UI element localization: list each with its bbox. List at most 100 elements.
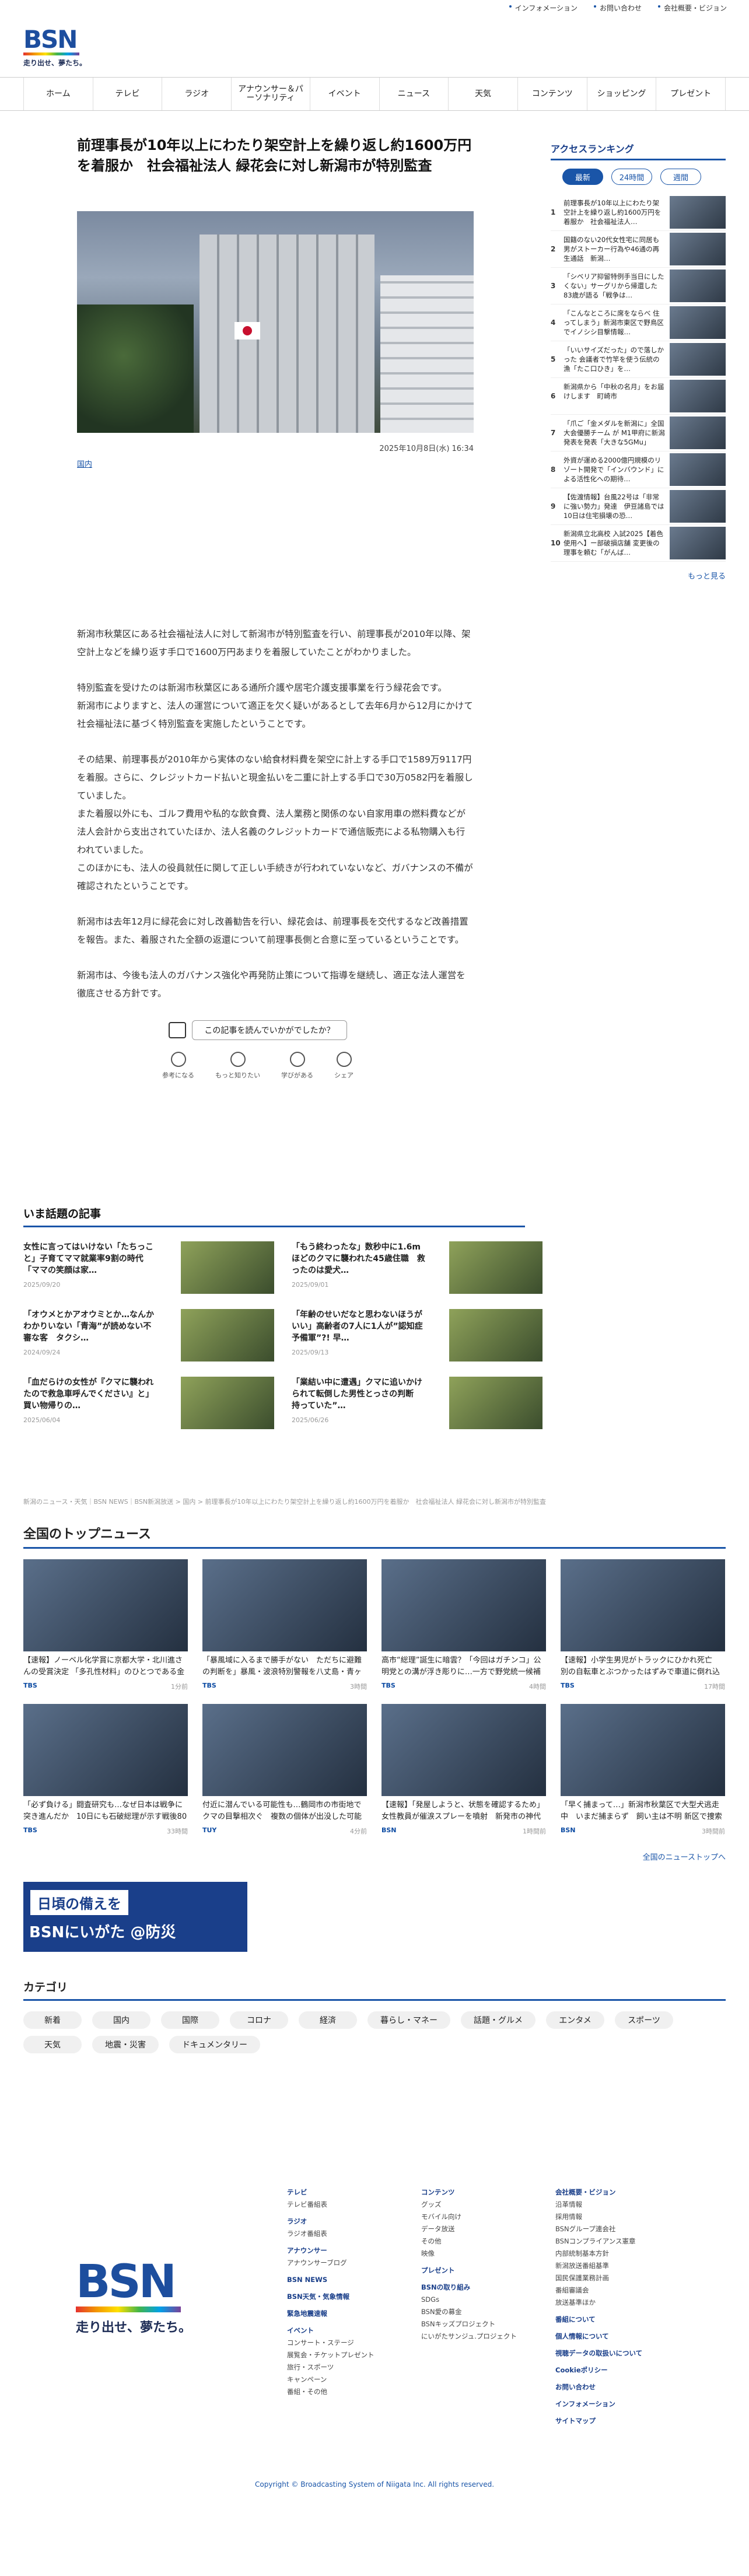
bsn-logo[interactable]: BSN 走り出せ、夢たち。 [23, 27, 88, 74]
footer-link[interactable]: テレビ番組表 [287, 2199, 415, 2211]
footer-heading-link[interactable]: BSN NEWS [287, 2274, 415, 2286]
tab-weekly[interactable]: 週間 [660, 169, 701, 185]
footer-link[interactable]: BSN愛の募金 [421, 2306, 550, 2318]
trending-item[interactable]: 女性に言ってはいけない「たちっこと」子育てママ就業率9割の時代「ママの笑顔は家…… [23, 1241, 274, 1294]
news-card[interactable]: 付近に潜んでいる可能性も…鶴岡市の市街地でクマの目撃相次ぐ 複数の個体が出没した… [202, 1704, 367, 1836]
news-card[interactable]: 高市“総理”誕生に暗雲？「今回はガチンコ」公明党との溝が浮き彫りに…一方で野党統… [382, 1559, 546, 1691]
footer-heading-link[interactable]: ラジオ [287, 2216, 415, 2228]
nav-news[interactable]: ニュース [380, 78, 449, 110]
feedback-more-button[interactable]: もっと知りたい [215, 1052, 260, 1080]
ranking-item[interactable]: 3 「シベリア抑留特例手当日にしたくない」サーグリから帰還した83歳が語る「戦争は… [551, 268, 726, 304]
bousai-banner[interactable]: 日頃の備えを BSNにいがた @防災 [23, 1882, 247, 1952]
contact-link[interactable]: お問い合わせ [593, 3, 642, 13]
footer-link[interactable]: 旅行・スポーツ [287, 2361, 415, 2374]
footer-link[interactable]: 番組・その他 [287, 2386, 415, 2398]
footer-heading-link[interactable]: サイトマップ [555, 2415, 684, 2427]
footer-link[interactable]: BSNコンプライアンス憲章 [555, 2235, 684, 2248]
trending-item[interactable]: 「血だらけの女性が『クマに襲われたので救急車呼んでください』と」買い物帰りの… 2… [23, 1377, 274, 1429]
footer-heading-link[interactable]: プレゼント [421, 2264, 550, 2277]
ranking-item[interactable]: 1 前理事長が10年以上にわたり架空計上を繰り返し約1600万円を着服か 社会福祉… [551, 194, 726, 231]
share-button[interactable]: シェア [334, 1052, 354, 1080]
category-chip[interactable]: 国内 [92, 2011, 150, 2029]
category-chip[interactable]: 地震・災害 [92, 2036, 159, 2053]
footer-link[interactable]: 番組審議会 [555, 2284, 684, 2297]
footer-link[interactable]: 新潟放送番組基準 [555, 2260, 684, 2272]
footer-link[interactable]: その他 [421, 2235, 550, 2248]
ranking-item[interactable]: 5 「いいサイズだった」ので落しかった 会議者で竹竿を使う伝統の漁「たこ口ひき」を… [551, 341, 726, 378]
footer-link[interactable]: 沿革情報 [555, 2199, 684, 2211]
footer-link[interactable]: コンサート・ステージ [287, 2337, 415, 2349]
news-card[interactable]: 【速報】小学生男児がトラックにひかれ死亡 別の自転車とぶつかったはずみで車道に倒… [561, 1559, 725, 1691]
info-link[interactable]: インフォメーション [509, 3, 578, 13]
footer-heading-link[interactable]: BSN天気・気象情報 [287, 2291, 415, 2303]
footer-link[interactable]: キャンペーン [287, 2374, 415, 2386]
footer-link[interactable]: にいがたサンジュ.プロジェクト [421, 2330, 550, 2343]
footer-heading-link[interactable]: 個人情報について [555, 2330, 684, 2343]
category-chip[interactable]: 暮らし・マネー [368, 2011, 450, 2029]
ranking-item[interactable]: 8 外資が運める2000億円規模のリゾート開発で「インバウンド」による活性化への期… [551, 452, 726, 488]
footer-heading-link[interactable]: 緊急地震速報 [287, 2308, 415, 2320]
national-news-more-link[interactable]: 全国のニューストップへ [23, 1851, 726, 1862]
footer-heading-link[interactable]: 視聴データの取扱いについて [555, 2347, 684, 2360]
news-card[interactable]: 【速報】ノーベル化学賞に京都大学・北川進さんの受賞決定 「多孔性材料」のひとつで… [23, 1559, 188, 1691]
footer-link[interactable]: 映像 [421, 2248, 550, 2260]
footer-link[interactable]: 採用情報 [555, 2211, 684, 2223]
footer-heading-link[interactable]: BSNの取り組み [421, 2281, 550, 2294]
ranking-item[interactable]: 7 「爪ご「金メダルを新潟に」全国大会優勝チーム が M1甲府に新潟発表を発表「大… [551, 415, 726, 452]
feedback-helpful-button[interactable]: 参考になる [162, 1052, 194, 1080]
nav-tv[interactable]: テレビ [93, 78, 163, 110]
ranking-item[interactable]: 4 「こんなところに席をならべ 住ってしまう」新潟市東区で野鳥区でイノシシ目撃情報… [551, 304, 726, 341]
news-card[interactable]: 「暴風域に入るまで勝手がない ただちに避難の判断を」暴風・波浪特別警報を八丈島・… [202, 1559, 367, 1691]
nav-shopping[interactable]: ショッピング [587, 78, 657, 110]
category-chip[interactable]: スポーツ [615, 2011, 673, 2029]
trending-item[interactable]: 「もう終わったな」数秒中に1.6mほどのクマに襲われた45歳住職 救ったのは愛犬… [292, 1241, 542, 1294]
category-chip[interactable]: 国際 [161, 2011, 219, 2029]
category-chip[interactable]: ドキュメンタリー [169, 2036, 260, 2053]
article-category-link[interactable]: 国内 [77, 458, 474, 469]
trending-item[interactable]: 「年齢のせいだなと思わないほうがいい」高齢者の7人に1人が”認知症予備軍”?! … [292, 1309, 542, 1362]
footer-link[interactable]: SDGs [421, 2294, 550, 2306]
news-card[interactable]: 【速報】「発屋しようと、状態を確認するため」女性教員が催涙スプレーを噴射 新発市… [382, 1704, 546, 1836]
trending-item[interactable]: 「業結い中に遭遇」クマに追いかけられて転倒した男性とっさの判断 持っていた”… 2… [292, 1377, 542, 1429]
tab-24h[interactable]: 24時間 [611, 169, 652, 185]
footer-heading-link[interactable]: 番組について [555, 2314, 684, 2326]
footer-link[interactable]: グッズ [421, 2199, 550, 2211]
ranking-item[interactable]: 10 新潟県立北高校 入試2025【着色使用へ】ー部破損店舗 変更後の理事を頼む「… [551, 525, 726, 562]
footer-link[interactable]: 国民保護業務計画 [555, 2272, 684, 2284]
footer-link[interactable]: 展覧会・チケットプレゼント [287, 2349, 415, 2361]
news-card[interactable]: 「早く捕まって…」新潟市秋葉区で大型犬逃走中 いまだ捕まらず 飼い主は不明 新区… [561, 1704, 725, 1836]
footer-link[interactable]: ラジオ番組表 [287, 2228, 415, 2240]
footer-link[interactable]: 内部統制基本方針 [555, 2248, 684, 2260]
category-chip[interactable]: コロナ [230, 2011, 288, 2029]
footer-heading-link[interactable]: コンテンツ [421, 2186, 550, 2199]
tab-latest[interactable]: 最新 [562, 169, 603, 185]
feedback-learn-button[interactable]: 学びがある [281, 1052, 313, 1080]
footer-heading-link[interactable]: テレビ [287, 2186, 415, 2199]
footer-link[interactable]: モバイル向け [421, 2211, 550, 2223]
ranking-item[interactable]: 6 新潟県から「中秋の名月」をお届けします 町崎市 [551, 378, 726, 415]
nav-present[interactable]: プレゼント [656, 78, 726, 110]
ranking-item[interactable]: 2 国籍のない20代女性宅に同居も 男がストーカー行為や46通の再生通話 新潟… [551, 231, 726, 268]
ranking-item[interactable]: 9 【佐渡情報】台風22号は「非常に強い勢力」発達 伊豆諸島では10日は住宅損壊の… [551, 488, 726, 525]
footer-heading-link[interactable]: アナウンサー [287, 2245, 415, 2257]
nav-home[interactable]: ホーム [23, 78, 93, 110]
category-chip[interactable]: 天気 [23, 2036, 82, 2053]
category-chip[interactable]: 経済 [299, 2011, 357, 2029]
nav-weather[interactable]: 天気 [449, 78, 518, 110]
footer-heading-link[interactable]: お問い合わせ [555, 2381, 684, 2393]
ranking-more-link[interactable]: もっと見る [551, 570, 726, 581]
category-chip[interactable]: エンタメ [546, 2011, 604, 2029]
nav-announcer[interactable]: アナウンサー＆パーソナリティ [232, 78, 310, 110]
footer-link[interactable]: BSNグループ連会社 [555, 2223, 684, 2235]
nav-contents[interactable]: コンテンツ [518, 78, 587, 110]
category-chip[interactable]: 話題・グルメ [461, 2011, 536, 2029]
footer-heading-link[interactable]: 会社概要・ビジョン [555, 2186, 684, 2199]
footer-link[interactable]: アナウンサーブログ [287, 2257, 415, 2269]
category-chip[interactable]: 新着 [23, 2011, 82, 2029]
footer-heading-link[interactable]: Cookieポリシー [555, 2364, 684, 2376]
nav-radio[interactable]: ラジオ [162, 78, 232, 110]
news-card[interactable]: 「必ず負ける」闘査研究も…なぜ日本は戦争に突き進んだか 10日にも石破総理が示す… [23, 1704, 188, 1836]
footer-link[interactable]: BSNキッズプロジェクト [421, 2318, 550, 2330]
company-link[interactable]: 会社概要・ビジョン [657, 3, 727, 13]
footer-heading-link[interactable]: インフォメーション [555, 2398, 684, 2410]
